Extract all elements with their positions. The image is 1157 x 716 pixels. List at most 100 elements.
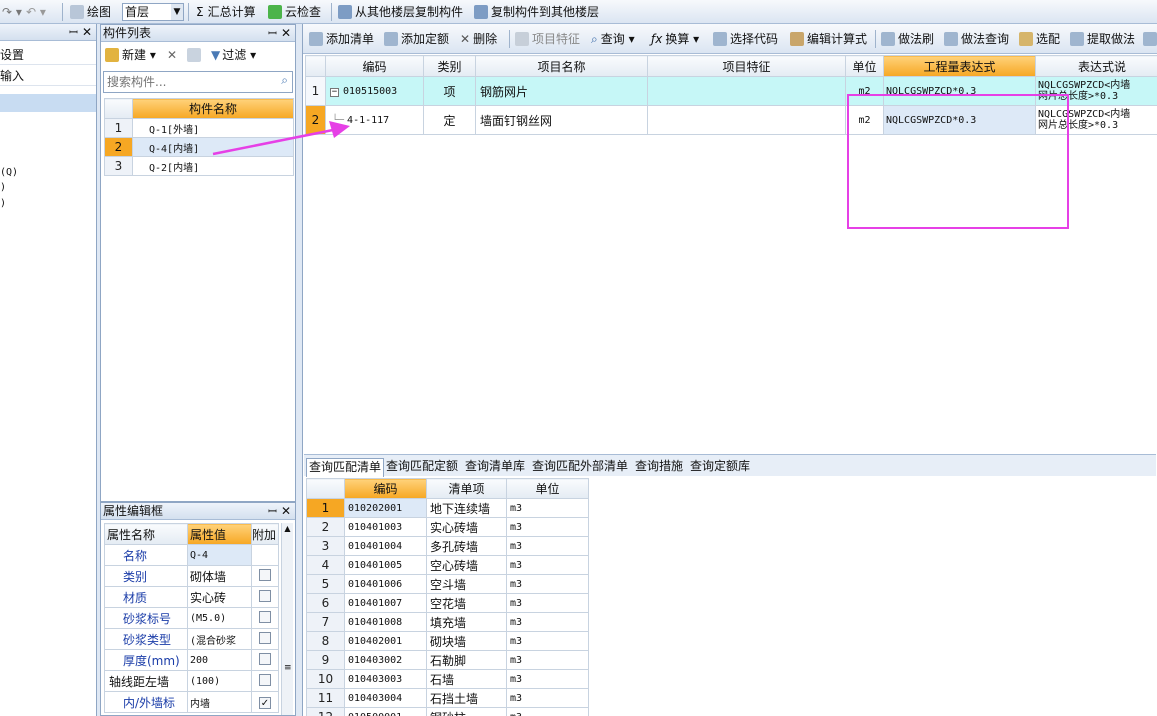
list-unit[interactable]: m3 xyxy=(506,498,589,518)
column-header[interactable]: 项目名称 xyxy=(475,55,648,77)
list-unit[interactable]: m3 xyxy=(506,612,589,632)
list-code[interactable]: 010401006 xyxy=(344,574,427,594)
list-name[interactable]: 砌块墙 xyxy=(426,631,507,651)
property-row[interactable]: 类别 砌体墙 xyxy=(104,565,279,587)
nav-item-input[interactable]: 输入 xyxy=(0,66,96,86)
scroll-grip-icon[interactable]: ≡ xyxy=(284,663,292,673)
table-row[interactable]: 6 010401007 空花墙 m3 xyxy=(306,593,589,613)
sum-calc-button[interactable]: Σ 汇总计算 xyxy=(196,3,256,21)
table-row[interactable]: 8 010402001 砌块墙 m3 xyxy=(306,631,589,651)
list-code[interactable]: 010401003 xyxy=(344,517,427,537)
tab-measures[interactable]: 查询措施 xyxy=(633,458,685,477)
delete-icon[interactable]: ✕ xyxy=(167,46,177,64)
filter-button[interactable]: ▼ 过滤 ▾ xyxy=(211,46,256,64)
property-value[interactable]: (混合砂浆 xyxy=(187,628,252,650)
add-list-button[interactable]: 添加清单 xyxy=(309,30,374,48)
list-code[interactable]: 010403004 xyxy=(344,688,427,708)
nav-selected-row[interactable] xyxy=(0,94,96,112)
extract-method-button[interactable]: 提取做法 xyxy=(1070,30,1135,48)
list-code[interactable]: 010500001 xyxy=(344,707,427,716)
attach-checkbox[interactable] xyxy=(259,568,271,581)
table-row[interactable]: 5 010401006 空斗墙 m3 xyxy=(306,574,589,594)
tab-list-library[interactable]: 查询清单库 xyxy=(463,458,527,477)
add-quota-button[interactable]: 添加定额 xyxy=(384,30,449,48)
list-unit[interactable]: m3 xyxy=(506,593,589,613)
nav-item-settings[interactable]: 设置 xyxy=(0,45,96,65)
close-icon[interactable]: ✕ xyxy=(281,25,291,42)
list-name[interactable]: 地下连续墙 xyxy=(426,498,507,518)
property-row[interactable]: 内/外墙标 内墙 ✓ xyxy=(104,691,279,713)
list-code[interactable]: 010401005 xyxy=(344,555,427,575)
property-row[interactable]: 砂浆类型 (混合砂浆 xyxy=(104,628,279,650)
query-button[interactable]: ⌕ 查询 ▾ xyxy=(591,30,635,48)
search-icon[interactable]: ⌕ xyxy=(281,73,288,88)
list-code[interactable]: 010402001 xyxy=(344,631,427,651)
item-type[interactable]: 项 xyxy=(423,76,476,106)
list-name[interactable]: 填充墙 xyxy=(426,612,507,632)
table-row[interactable]: 7 010401008 填充墙 m3 xyxy=(306,612,589,632)
table-row[interactable]: 11 010403004 石挡土墙 m3 xyxy=(306,688,589,708)
attach-checkbox[interactable] xyxy=(259,589,271,602)
property-value[interactable]: (M5.0) xyxy=(187,607,252,629)
scrollbar[interactable]: ▲ ≡ xyxy=(281,523,293,715)
table-row[interactable]: 10 010403003 石墙 m3 xyxy=(306,669,589,689)
attach-checkbox[interactable] xyxy=(259,673,271,686)
list-code[interactable]: 010202001 xyxy=(344,498,427,518)
property-row[interactable]: 轴线距左墙 (100) xyxy=(104,670,279,692)
table-row[interactable]: 2 010401003 实心砖墙 m3 xyxy=(306,517,589,537)
property-value[interactable]: 200 xyxy=(187,649,252,671)
list-unit[interactable]: m3 xyxy=(506,707,589,716)
property-value[interactable]: Q-4 xyxy=(187,544,252,566)
attach-checkbox[interactable] xyxy=(259,610,271,623)
property-value[interactable]: 内墙 xyxy=(187,691,252,713)
item-type[interactable]: 定 xyxy=(423,105,476,135)
table-row[interactable]: 9 010403002 石勒脚 m3 xyxy=(306,650,589,670)
method-brush-button[interactable]: 做法刷 xyxy=(881,30,934,48)
property-value[interactable]: (100) xyxy=(187,670,252,692)
scroll-up-icon[interactable]: ▲ xyxy=(282,523,293,535)
property-value[interactable]: 实心砖 xyxy=(187,586,252,608)
search-input[interactable] xyxy=(104,72,269,92)
list-name[interactable]: 空斗墙 xyxy=(426,574,507,594)
item-feature[interactable] xyxy=(647,105,846,135)
column-header[interactable]: 表达式说 xyxy=(1035,55,1157,77)
tab-quota-library[interactable]: 查询定额库 xyxy=(688,458,752,477)
table-row[interactable]: 1 010202001 地下连续墙 m3 xyxy=(306,498,589,518)
property-row[interactable]: 厚度(mm) 200 xyxy=(104,649,279,671)
property-value[interactable]: 砌体墙 xyxy=(187,565,252,587)
close-icon[interactable]: ✕ xyxy=(82,24,92,41)
pin-icon[interactable]: ꟷ xyxy=(69,24,78,41)
convert-button[interactable]: ƒx 换算 ▾ xyxy=(651,30,699,48)
column-header[interactable]: 编码 xyxy=(325,55,424,77)
copy-to-floor-button[interactable]: 复制构件到其他楼层 xyxy=(474,3,599,21)
list-name[interactable]: 石墙 xyxy=(426,669,507,689)
column-header[interactable]: 单位 xyxy=(506,478,589,499)
list-name[interactable]: 空花墙 xyxy=(426,593,507,613)
attach-checkbox[interactable] xyxy=(259,631,271,644)
copy-from-floor-button[interactable]: 从其他楼层复制构件 xyxy=(338,3,463,21)
close-icon[interactable]: ✕ xyxy=(281,503,291,520)
pin-icon[interactable]: ꟷ xyxy=(268,25,277,42)
column-header[interactable]: 清单项 xyxy=(426,478,507,499)
edit-formula-button[interactable]: 编辑计算式 xyxy=(790,30,867,48)
list-unit[interactable]: m3 xyxy=(506,669,589,689)
column-header[interactable]: 单位 xyxy=(845,55,884,77)
list-code[interactable]: 010401007 xyxy=(344,593,427,613)
pin-icon[interactable]: ꟷ xyxy=(268,503,277,520)
method-query-button[interactable]: 做法查询 xyxy=(944,30,1009,48)
collapse-icon[interactable]: − xyxy=(330,87,339,97)
list-code[interactable]: 010401004 xyxy=(344,536,427,556)
attach-checkbox[interactable] xyxy=(259,652,271,665)
item-name[interactable]: 墙面钉钢丝网 xyxy=(475,105,648,135)
list-name[interactable]: 空心砖墙 xyxy=(426,555,507,575)
item-feature[interactable] xyxy=(647,76,846,106)
table-row[interactable]: 4 010401005 空心砖墙 m3 xyxy=(306,555,589,575)
column-header[interactable]: 编码 xyxy=(344,478,427,499)
column-header[interactable]: 项目特征 xyxy=(647,55,846,77)
list-code[interactable]: 010401008 xyxy=(344,612,427,632)
draw-button[interactable]: 绘图 xyxy=(70,3,111,21)
list-name[interactable]: 钢砂柱 xyxy=(426,707,507,716)
list-unit[interactable]: m3 xyxy=(506,536,589,556)
property-row[interactable]: 砂浆标号 (M5.0) xyxy=(104,607,279,629)
property-row[interactable]: 名称 Q-4 xyxy=(104,544,279,566)
